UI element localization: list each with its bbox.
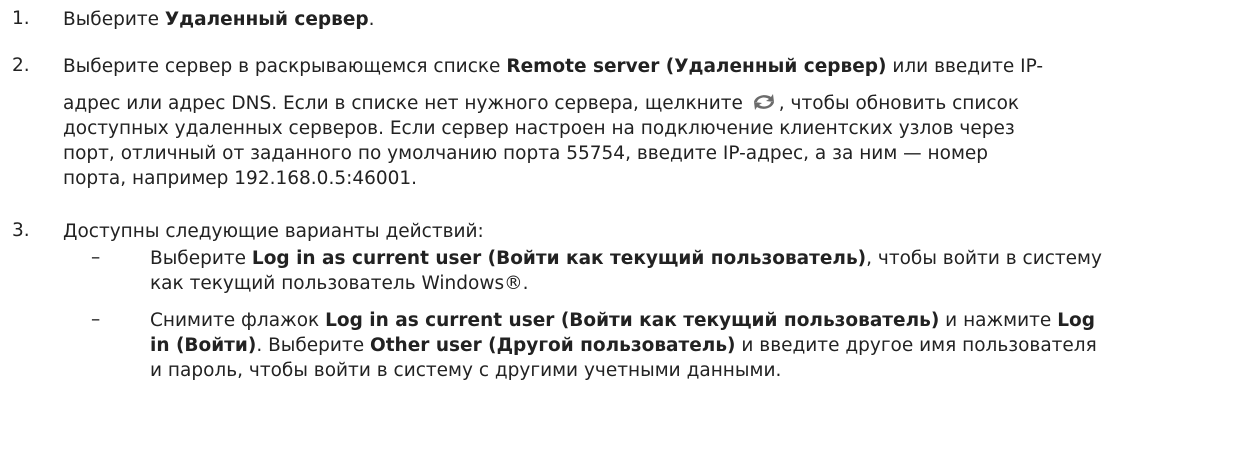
step-number: 3. xyxy=(12,220,30,241)
step-number: 2. xyxy=(12,55,30,76)
text: адрес или адрес DNS. Если в списке нет н… xyxy=(63,93,749,114)
bold-term-log: Log xyxy=(1057,310,1095,331)
bold-term-other-user: Other user (Другой пользователь) xyxy=(369,335,736,356)
step-intro: Доступны следующие варианты действий: xyxy=(63,221,484,242)
step-line-5: порта, например 192.168.0.5:46001. xyxy=(63,168,418,189)
text: Выберите xyxy=(63,9,165,30)
text: и введите другое имя пользователя xyxy=(735,335,1097,356)
bold-term-login-current-user: Log in as current user (Войти как текущи… xyxy=(251,248,867,269)
bullet-dash: – xyxy=(91,247,101,268)
bold-term-in-login: in (Войти) xyxy=(150,335,257,356)
option-2-line-2: in (Войти). Выберите Other user (Другой … xyxy=(150,333,1254,358)
instructions-document: 1. Выберите Удаленный сервер. 2. Выберит… xyxy=(0,0,1258,466)
option-2-line-3: и пароль, чтобы войти в систему с другим… xyxy=(150,360,782,381)
text: Выберите xyxy=(150,248,252,269)
text: , чтобы обновить список xyxy=(778,93,1020,114)
text: Снимите флажок xyxy=(150,310,326,331)
text: Выберите сервер в раскрывающемся списке xyxy=(63,56,507,77)
text: . Выберите xyxy=(256,335,370,356)
step-line-1: Выберите сервер в раскрывающемся списке … xyxy=(63,54,1253,79)
option-1-line-2: как текущий пользователь Windows®. xyxy=(150,273,529,294)
bullet-dash: – xyxy=(91,309,101,330)
step-line-4: порт, отличный от заданного по умолчанию… xyxy=(63,143,989,164)
refresh-icon xyxy=(753,94,774,110)
step-line-3: доступных удаленных серверов. Если серве… xyxy=(63,118,1015,139)
bold-term-login-current-user: Log in as current user (Войти как текущи… xyxy=(325,310,940,331)
text: или введите IP- xyxy=(886,56,1043,77)
text: , чтобы войти в систему xyxy=(866,248,1102,269)
option-2-line-1: Снимите флажок Log in as current user (В… xyxy=(150,308,1254,333)
text: и нажмите xyxy=(939,310,1058,331)
bold-term-remote-server: Удаленный сервер xyxy=(164,9,369,30)
bold-term-remote-server-list: Remote server (Удаленный сервер) xyxy=(506,56,887,77)
text: . xyxy=(368,9,375,30)
step-line-2: адрес или адрес DNS. Если в списке нет н… xyxy=(63,91,1253,116)
step-text: Выберите Удаленный сервер. xyxy=(63,7,1253,32)
option-1-line-1: Выберите Log in as current user (Войти к… xyxy=(150,246,1254,271)
step-number: 1. xyxy=(12,8,30,29)
